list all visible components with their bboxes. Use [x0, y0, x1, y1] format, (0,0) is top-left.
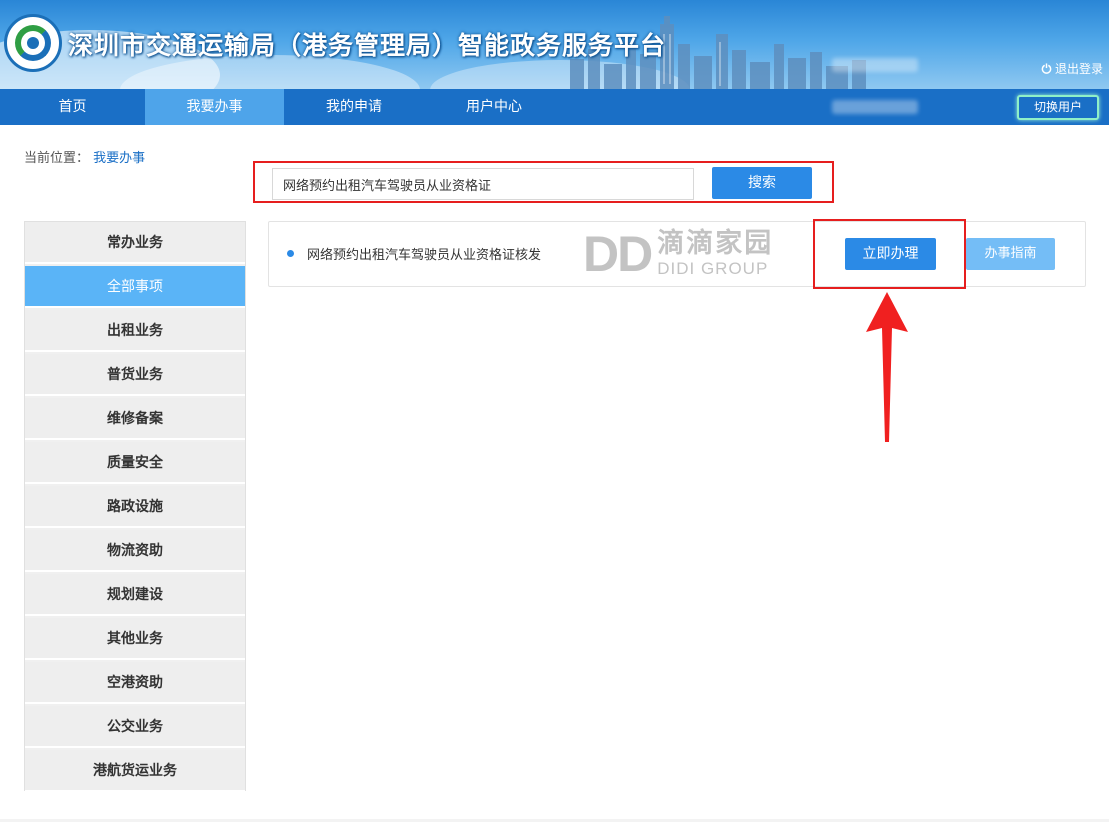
breadcrumb-current[interactable]: 我要办事 [93, 151, 145, 166]
sidebar-item-repair[interactable]: 维修备案 [25, 398, 245, 440]
search-button[interactable]: 搜索 [712, 167, 812, 199]
sidebar-item-freight[interactable]: 普货业务 [25, 354, 245, 396]
nav-user-center[interactable]: 用户中心 [424, 89, 564, 125]
sidebar-item-safety[interactable]: 质量安全 [25, 442, 245, 484]
breadcrumb-prefix: 当前位置： [24, 151, 90, 166]
nav-home[interactable]: 首页 [0, 89, 145, 125]
result-item-name[interactable]: 网络预约出租汽车驾驶员从业资格证核发 [307, 244, 541, 263]
sidebar-item-bus[interactable]: 公交业务 [25, 706, 245, 748]
header-banner: 深圳市交通运输局（港务管理局）智能政务服务平台 退出登录 [0, 0, 1109, 89]
bureau-logo [4, 14, 62, 72]
nav-my-applications[interactable]: 我的申请 [284, 89, 424, 125]
guide-button[interactable]: 办事指南 [966, 238, 1055, 270]
blurred-user-info [832, 100, 918, 114]
sidebar-item-planning[interactable]: 规划建设 [25, 574, 245, 616]
blurred-user-info [832, 58, 918, 72]
sidebar-item-frequent[interactable]: 常办业务 [25, 222, 245, 264]
watermark: DD 滴滴家园 DIDI GROUP [583, 228, 773, 280]
main-nav: 首页 我要办事 我的申请 用户中心 切换用户 [0, 89, 1109, 125]
sidebar-item-road[interactable]: 路政设施 [25, 486, 245, 528]
red-arrow-annotation-icon [866, 292, 908, 442]
logo-dot-icon [27, 37, 39, 49]
power-icon [1041, 63, 1052, 74]
sidebar-item-logistics[interactable]: 物流资助 [25, 530, 245, 572]
sidebar-item-other[interactable]: 其他业务 [25, 618, 245, 660]
category-sidebar: 常办业务 全部事项 出租业务 普货业务 维修备案 质量安全 路政设施 物流资助 … [24, 221, 246, 792]
switch-user-button[interactable]: 切换用户 [1017, 95, 1099, 120]
bullet-dot-icon [287, 250, 294, 257]
watermark-logo: DD [583, 226, 653, 282]
search-input[interactable] [272, 168, 694, 200]
site-title: 深圳市交通运输局（港务管理局）智能政务服务平台 [68, 31, 667, 60]
nav-services[interactable]: 我要办事 [145, 89, 284, 125]
watermark-en: DIDI GROUP [657, 259, 769, 278]
sidebar-item-all[interactable]: 全部事项 [25, 266, 245, 308]
sidebar-item-airport[interactable]: 空港资助 [25, 662, 245, 704]
logout-link[interactable]: 退出登录 [1041, 60, 1103, 77]
breadcrumb: 当前位置： 我要办事 [24, 147, 145, 166]
sidebar-item-taxi[interactable]: 出租业务 [25, 310, 245, 352]
logout-label: 退出登录 [1054, 62, 1103, 76]
sidebar-item-port[interactable]: 港航货运业务 [25, 750, 245, 792]
watermark-cn: 滴滴家园 [657, 228, 774, 259]
apply-now-button[interactable]: 立即办理 [845, 238, 936, 270]
